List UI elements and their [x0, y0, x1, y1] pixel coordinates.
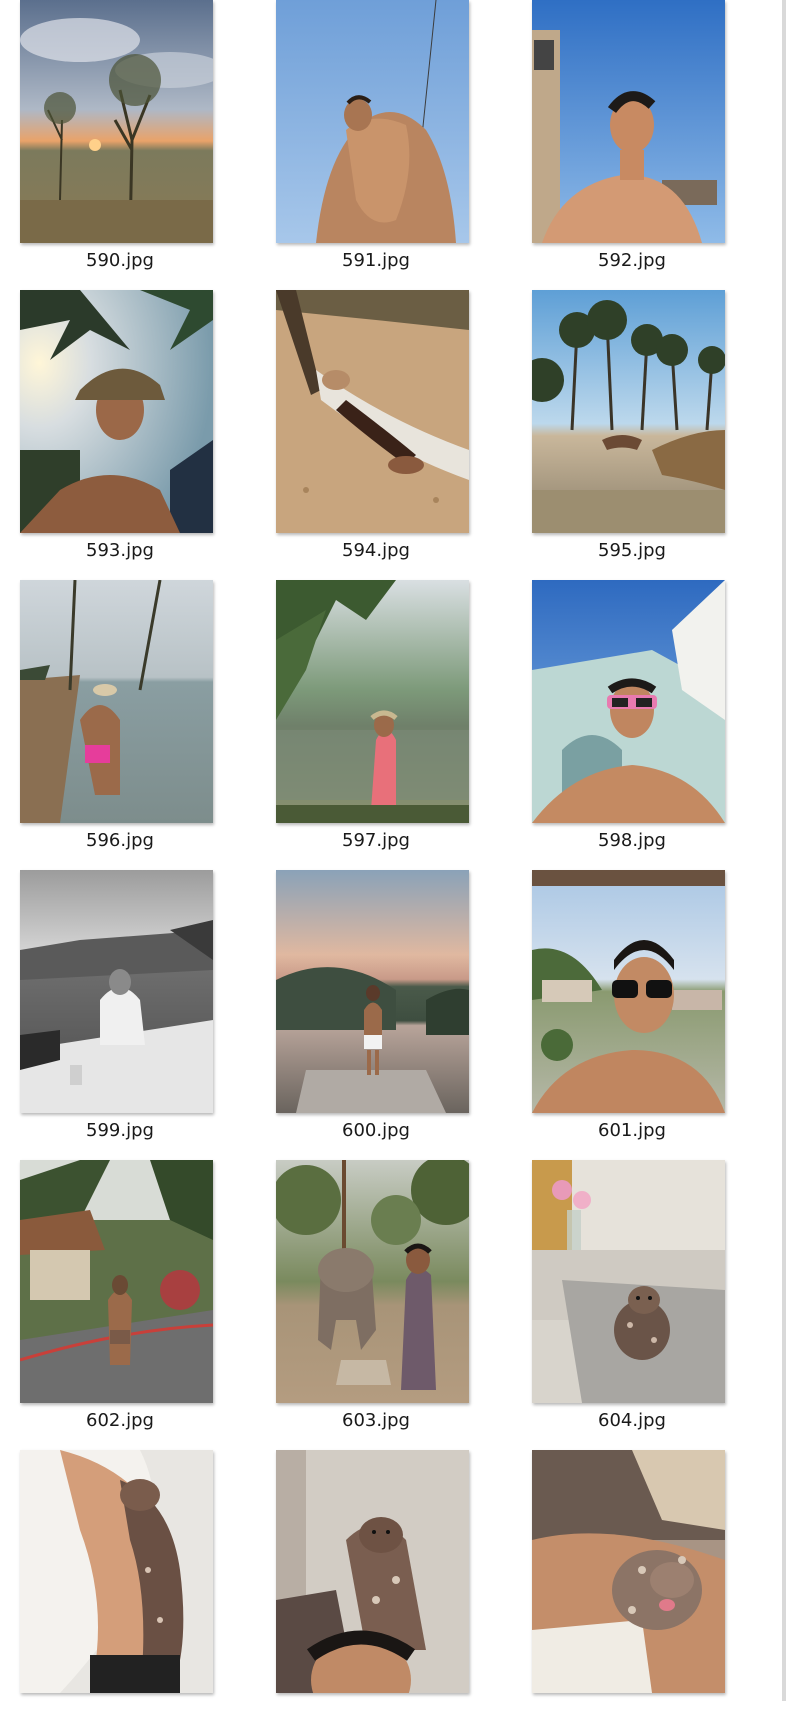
- thumbnail-595[interactable]: [532, 290, 725, 533]
- dog-selfie-photo: [276, 1450, 469, 1693]
- hammock-sand-photo: [276, 290, 469, 533]
- scrollbar-thumb[interactable]: [782, 0, 786, 1701]
- thumbnail-590[interactable]: [20, 0, 213, 243]
- sunglasses-selfie-photo: [532, 870, 725, 1113]
- file-name-591: 591.jpg: [342, 250, 410, 271]
- thumbnail-605[interactable]: [20, 1450, 213, 1693]
- thumbnail-600[interactable]: [276, 870, 469, 1113]
- file-name-598: 598.jpg: [598, 830, 666, 851]
- file-tile-597[interactable]: 597.jpg: [256, 580, 472, 865]
- rooftop-sun-photo: [532, 0, 725, 243]
- building-sunglasses-photo: [532, 580, 725, 823]
- file-name-599: 599.jpg: [86, 1120, 154, 1141]
- file-tile-594[interactable]: 594.jpg: [256, 290, 472, 575]
- river-palm-photo: [276, 580, 469, 823]
- file-name-602: 602.jpg: [86, 1410, 154, 1431]
- file-name-596: 596.jpg: [86, 830, 154, 851]
- resort-garden-photo: [20, 1160, 213, 1403]
- thumbnail-606[interactable]: [276, 1450, 469, 1693]
- mono-pool-photo: [20, 870, 213, 1113]
- file-name-592: 592.jpg: [598, 250, 666, 271]
- lap-dog-photo: [532, 1450, 725, 1693]
- thumbnail-598[interactable]: [532, 580, 725, 823]
- thumbnail-603[interactable]: [276, 1160, 469, 1403]
- file-tile-599[interactable]: 599.jpg: [0, 870, 216, 1155]
- thumbnail-599[interactable]: [20, 870, 213, 1113]
- bed-dog-photo: [20, 1450, 213, 1693]
- beach-swing-photo: [532, 290, 725, 533]
- file-tile-595[interactable]: 595.jpg: [512, 290, 728, 575]
- file-name-600: 600.jpg: [342, 1120, 410, 1141]
- file-tile-591[interactable]: 591.jpg: [256, 0, 472, 285]
- file-tile-604[interactable]: 604.jpg: [512, 1160, 728, 1445]
- thumbnail-596[interactable]: [20, 580, 213, 823]
- file-name-601: 601.jpg: [598, 1120, 666, 1141]
- file-name-593: 593.jpg: [86, 540, 154, 561]
- thumbnail-597[interactable]: [276, 580, 469, 823]
- file-tile-593[interactable]: 593.jpg: [0, 290, 216, 575]
- file-name-595: 595.jpg: [598, 540, 666, 561]
- elephant-forest-photo: [276, 1160, 469, 1403]
- shirtless-sky-photo: [276, 0, 469, 243]
- vertical-scrollbar[interactable]: [782, 0, 786, 1701]
- file-name-597: 597.jpg: [342, 830, 410, 851]
- thumbnail-601[interactable]: [532, 870, 725, 1113]
- sunset-field-photo: [20, 0, 213, 243]
- thumbnail-594[interactable]: [276, 290, 469, 533]
- file-name-604: 604.jpg: [598, 1410, 666, 1431]
- file-name-594: 594.jpg: [342, 540, 410, 561]
- file-tile-590[interactable]: 590.jpg: [0, 0, 216, 285]
- file-tile-602[interactable]: 602.jpg: [0, 1160, 216, 1445]
- file-tile-606[interactable]: [256, 1450, 472, 1735]
- file-thumbnail-grid: 590.jpg 591.jpg 592.jpg 593.jpg 594.jpg …: [0, 0, 786, 1701]
- infinity-pool-dusk-photo: [276, 870, 469, 1113]
- thumbnail-593[interactable]: [20, 290, 213, 533]
- thumbnail-591[interactable]: [276, 0, 469, 243]
- file-name-590: 590.jpg: [86, 250, 154, 271]
- file-tile-600[interactable]: 600.jpg: [256, 870, 472, 1155]
- thumbnail-592[interactable]: [532, 0, 725, 243]
- file-tile-603[interactable]: 603.jpg: [256, 1160, 472, 1445]
- file-tile-601[interactable]: 601.jpg: [512, 870, 728, 1155]
- sofa-dog-photo: [532, 1160, 725, 1403]
- file-tile-607[interactable]: [512, 1450, 728, 1735]
- file-tile-592[interactable]: 592.jpg: [512, 0, 728, 285]
- file-tile-598[interactable]: 598.jpg: [512, 580, 728, 865]
- thumbnail-607[interactable]: [532, 1450, 725, 1693]
- file-tile-596[interactable]: 596.jpg: [0, 580, 216, 865]
- file-tile-605[interactable]: [0, 1450, 216, 1735]
- thumbnail-604[interactable]: [532, 1160, 725, 1403]
- thumbnail-602[interactable]: [20, 1160, 213, 1403]
- hat-palm-selfie-photo: [20, 290, 213, 533]
- beach-shore-photo: [20, 580, 213, 823]
- file-name-603: 603.jpg: [342, 1410, 410, 1431]
